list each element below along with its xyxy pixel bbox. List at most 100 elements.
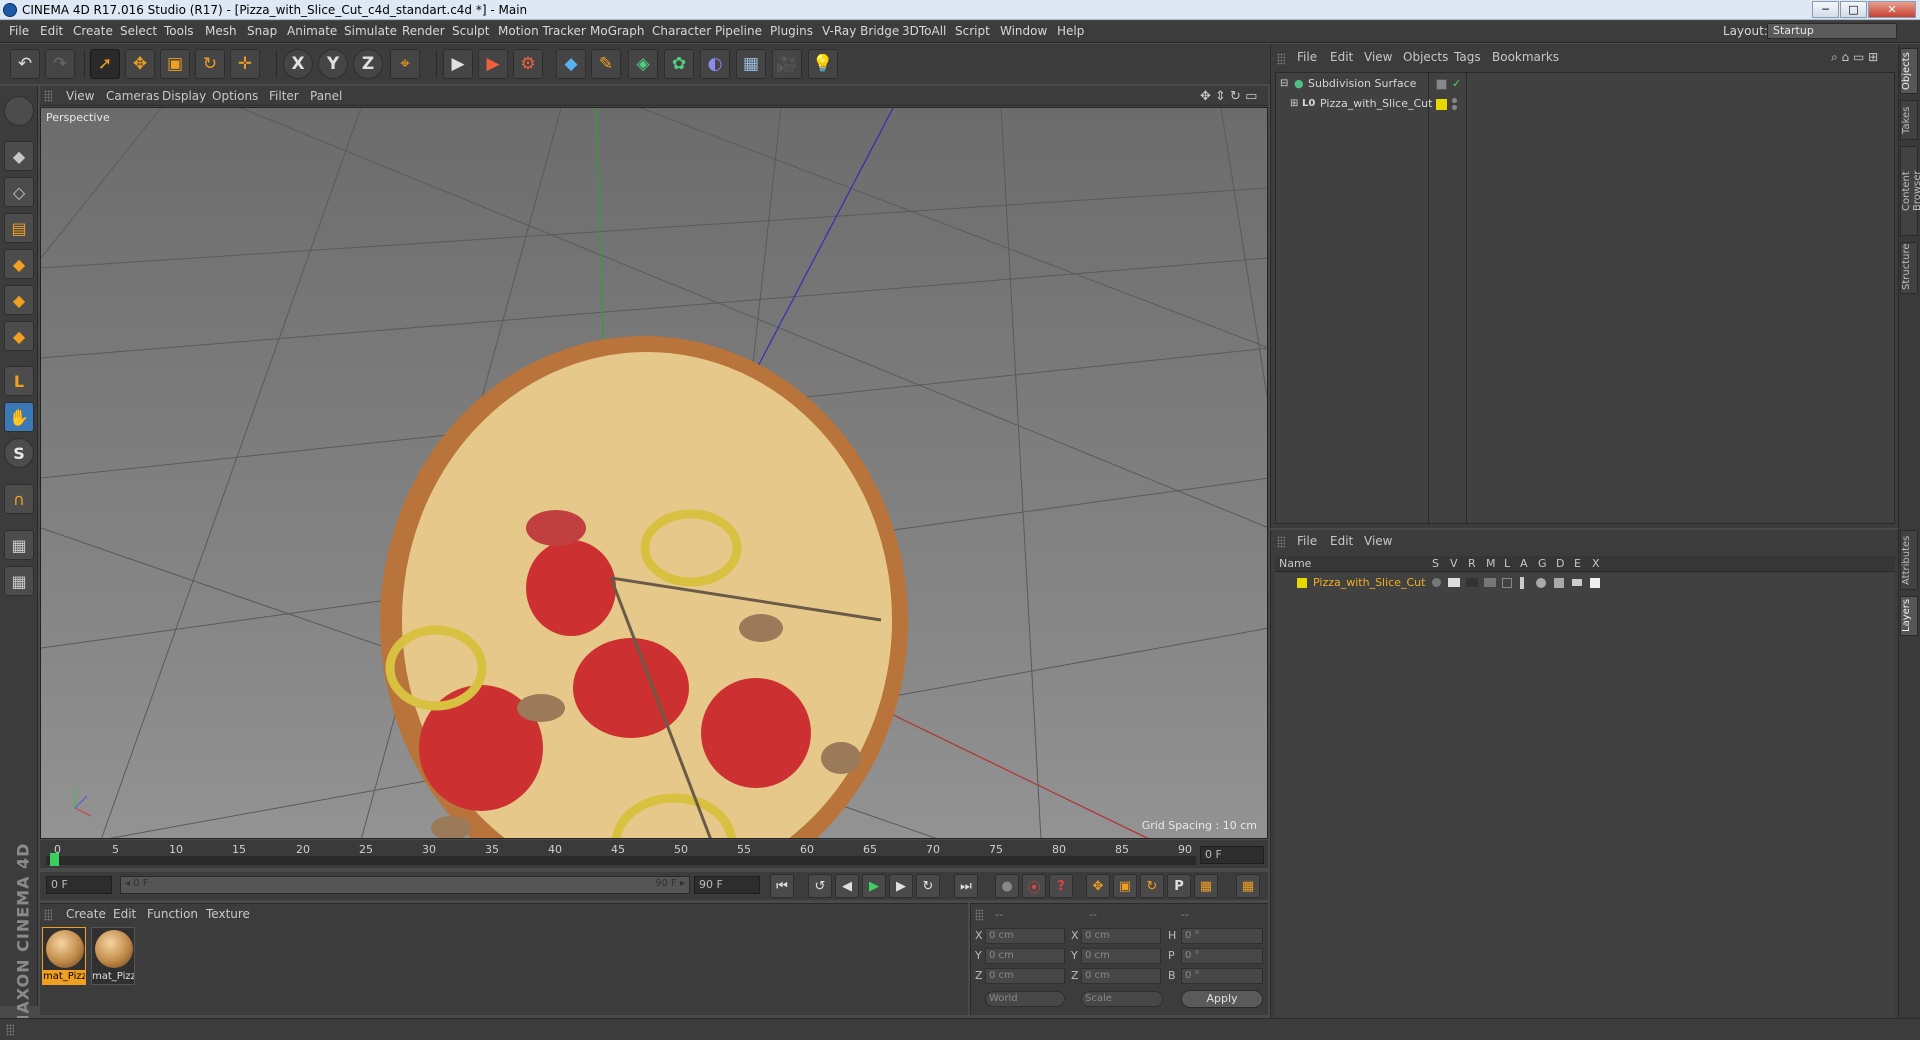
viewport-menu-filter[interactable]: Filter	[269, 89, 299, 103]
menu-window[interactable]: Window	[1000, 24, 1047, 38]
layer-menu-edit[interactable]: Edit	[1330, 534, 1353, 548]
layer-col-locked[interactable]: L	[1504, 556, 1510, 572]
expression-icon[interactable]	[1572, 579, 1582, 586]
menu-vray-bridge[interactable]: V-Ray Bridge	[822, 24, 899, 38]
preview-range-slider[interactable]: ◂ 0 F 90 F ▸	[120, 876, 690, 894]
menu-create[interactable]: Create	[73, 24, 113, 38]
viewport-menu-display[interactable]: Display	[162, 89, 206, 103]
menu-mograph[interactable]: MoGraph	[590, 24, 645, 38]
object-menu-view[interactable]: View	[1364, 50, 1392, 64]
menu-3dtoall[interactable]: 3DToAll	[902, 24, 946, 38]
render-visibility-dot[interactable]	[1452, 105, 1457, 110]
magnet-icon[interactable]: ∩	[4, 484, 34, 514]
layout-dropdown[interactable]: Startup	[1767, 23, 1897, 39]
layer-col-expressions[interactable]: E	[1574, 556, 1581, 572]
menu-snap[interactable]: Snap	[247, 24, 277, 38]
tab-attributes[interactable]: Attributes	[1900, 530, 1918, 590]
menu-help[interactable]: Help	[1057, 24, 1084, 38]
layer-col-xref[interactable]: X	[1592, 556, 1600, 572]
menu-file[interactable]: File	[9, 24, 29, 38]
animation-icon[interactable]	[1520, 577, 1524, 589]
rotate-icon[interactable]: ↻	[195, 49, 225, 79]
timeline-track[interactable]	[46, 856, 1196, 865]
viewport-menu-panel[interactable]: Panel	[310, 89, 342, 103]
object-menu-objects[interactable]: Objects	[1403, 50, 1448, 64]
material-menu-function[interactable]: Function	[147, 907, 198, 921]
light-icon[interactable]: 💡	[808, 49, 838, 79]
pos-y-field[interactable]: 0 cm	[985, 948, 1065, 964]
texture-mode-icon[interactable]: ◇	[4, 177, 34, 207]
live-selection-icon[interactable]: ➚	[90, 49, 120, 79]
key-scale-icon[interactable]: ▣	[1113, 874, 1137, 898]
object-row[interactable]: ⊞ L0 Pizza_with_Slice_Cut	[1276, 95, 1896, 113]
workplane-icon[interactable]: ▤	[4, 213, 34, 243]
layer-tag-icon[interactable]	[1436, 79, 1447, 90]
menu-script[interactable]: Script	[955, 24, 990, 38]
pos-z-field[interactable]: 0 cm	[985, 968, 1065, 984]
undo-icon[interactable]: ↶	[10, 49, 40, 79]
tab-layers[interactable]: Layers	[1900, 596, 1918, 636]
menu-select[interactable]: Select	[120, 24, 157, 38]
panel-grip[interactable]	[44, 909, 52, 921]
record-keys-icon[interactable]: ⦿	[1022, 874, 1046, 898]
menu-animate[interactable]: Animate	[287, 24, 337, 38]
layer-col-solo[interactable]: S	[1432, 556, 1439, 572]
layer-col-view[interactable]: V	[1450, 556, 1458, 572]
close-button[interactable]: ✕	[1868, 1, 1916, 18]
panel-grip[interactable]	[1277, 536, 1285, 548]
edges-mode-icon[interactable]: ◆	[4, 285, 34, 315]
perspective-viewport[interactable]: Perspective Grid Spacing : 10 cm	[40, 107, 1268, 839]
points-mode-icon[interactable]: ◆	[4, 249, 34, 279]
layer-color-icon[interactable]	[1297, 578, 1307, 588]
object-menu-file[interactable]: File	[1297, 50, 1317, 64]
transform-icon[interactable]: ✛	[230, 49, 260, 79]
model-mode-icon[interactable]: ◆	[4, 141, 34, 171]
planar-workplane-icon[interactable]: ▦	[4, 566, 34, 596]
tab-structure[interactable]: Structure	[1900, 242, 1918, 294]
menu-character[interactable]: Character	[652, 24, 711, 38]
render-view-icon[interactable]: ▶	[443, 49, 473, 79]
rot-h-field[interactable]: 0 °	[1181, 928, 1263, 944]
size-mode-dropdown[interactable]: Scale	[1081, 991, 1163, 1007]
current-frame-field[interactable]: 0 F	[1200, 846, 1264, 864]
next-frame-icon[interactable]: ▶	[889, 874, 913, 898]
viewport-menu-view[interactable]: View	[66, 89, 94, 103]
z-axis-lock-button[interactable]: Z	[353, 49, 383, 79]
camera-icon[interactable]: 🎥	[772, 49, 802, 79]
go-to-end-icon[interactable]: ⏭	[954, 874, 978, 898]
object-menu-bookmarks[interactable]: Bookmarks	[1492, 50, 1559, 64]
render-settings-icon[interactable]: ⚙	[513, 49, 543, 79]
layer-col-manager[interactable]: M	[1486, 556, 1496, 572]
material-swatch[interactable]: mat_Pizz	[91, 927, 135, 985]
menu-sculpt[interactable]: Sculpt	[452, 24, 489, 38]
menu-mesh[interactable]: Mesh	[205, 24, 237, 38]
menu-render[interactable]: Render	[402, 24, 445, 38]
key-rotation-icon[interactable]: ↻	[1140, 874, 1164, 898]
layer-col-deformers[interactable]: D	[1556, 556, 1564, 572]
tab-takes[interactable]: Takes	[1900, 100, 1918, 140]
material-menu-texture[interactable]: Texture	[206, 907, 250, 921]
xref-icon[interactable]	[1590, 578, 1600, 588]
motion-record-icon[interactable]: ●	[995, 874, 1019, 898]
apply-button[interactable]: Apply	[1181, 990, 1263, 1008]
menu-pipeline[interactable]: Pipeline	[715, 24, 762, 38]
layer-menu-view[interactable]: View	[1364, 534, 1392, 548]
menu-tools[interactable]: Tools	[164, 24, 194, 38]
sculpt-brush-icon[interactable]	[4, 96, 34, 126]
timeline-window-icon[interactable]: ▦	[1236, 874, 1260, 898]
layer-col-render[interactable]: R	[1468, 556, 1476, 572]
panel-grip[interactable]	[1277, 53, 1285, 65]
expand-icon[interactable]: ⊞	[1290, 95, 1298, 113]
previous-keyframe-icon[interactable]: ↺	[808, 874, 832, 898]
play-icon[interactable]: ▶	[862, 874, 886, 898]
deformer-icon[interactable]: ◐	[700, 49, 730, 79]
viewport-menu-cameras[interactable]: Cameras	[106, 89, 159, 103]
maximize-button[interactable]: □	[1840, 1, 1867, 18]
tweak-mode-icon[interactable]: ✋	[4, 402, 34, 432]
material-menu-create[interactable]: Create	[66, 907, 106, 921]
menu-motion-tracker[interactable]: Motion Tracker	[498, 24, 586, 38]
material-menu-edit[interactable]: Edit	[113, 907, 136, 921]
lock-icon[interactable]	[1502, 578, 1512, 588]
menu-plugins[interactable]: Plugins	[770, 24, 813, 38]
redo-icon[interactable]: ↷	[45, 49, 75, 79]
